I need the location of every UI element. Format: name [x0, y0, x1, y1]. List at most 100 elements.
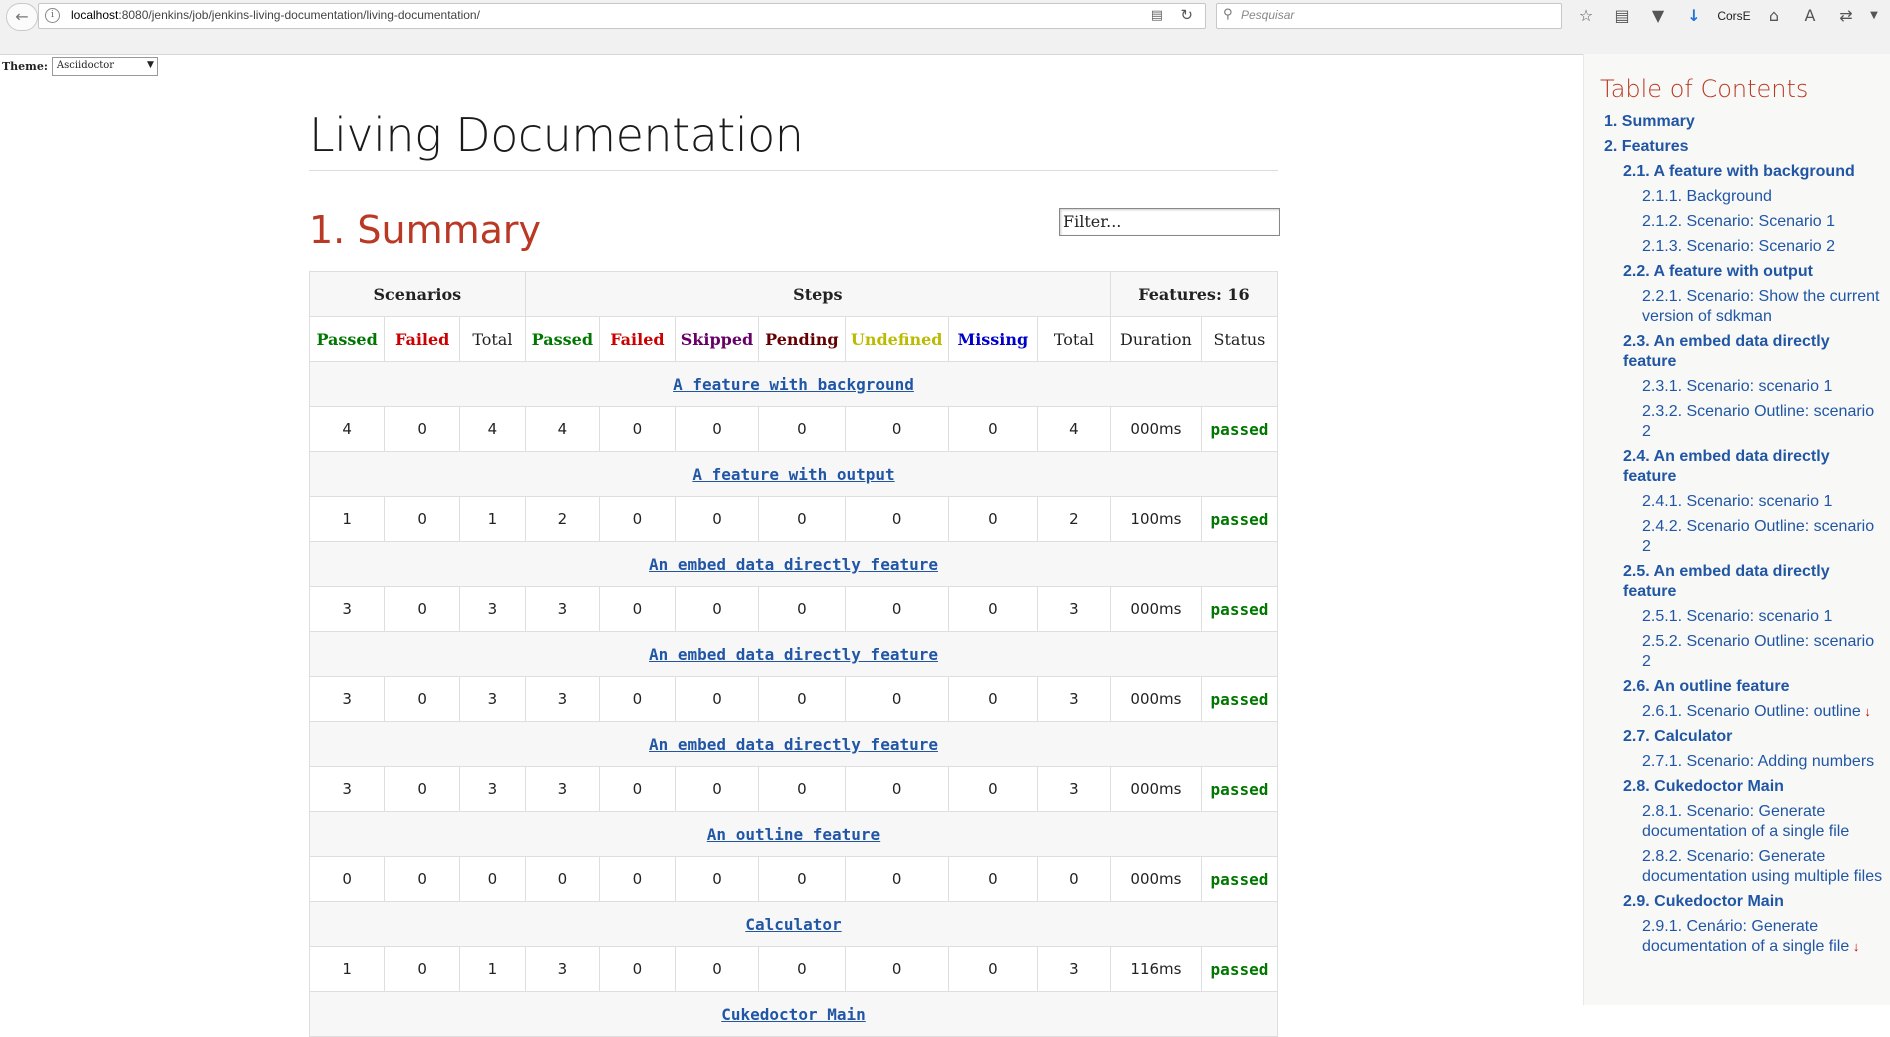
toc-item[interactable]: 2.3.2. Scenario Outline: scenario 2 [1604, 402, 1886, 442]
toc-item[interactable]: 2.5.1. Scenario: scenario 1 [1604, 607, 1886, 627]
stat-cell: 0 [758, 496, 846, 542]
download-arrow-icon[interactable]: ↓ [1676, 4, 1712, 28]
toc-item[interactable]: 2.1.1. Background [1604, 187, 1886, 207]
toc-item[interactable]: 2.8.1. Scenario: Generate documentation … [1604, 802, 1886, 842]
status-badge: passed [1200, 586, 1279, 632]
feature-name-row: A feature with background [309, 361, 1278, 407]
stat-cell: 0 [674, 946, 760, 992]
toc-item[interactable]: 2.9.1. Cenário: Generate documentation o… [1604, 917, 1886, 957]
stat-cell: 4 [308, 406, 386, 452]
status-badge: passed [1200, 766, 1279, 812]
section-title: Summary [357, 208, 541, 252]
stat-cell: 0 [459, 856, 526, 902]
stat-cell: 0 [844, 856, 949, 902]
stat-cell: 0 [758, 856, 846, 902]
toc-item-label: 2.8. Cukedoctor Main [1623, 778, 1784, 795]
stat-cell: 0 [598, 406, 676, 452]
toc-item[interactable]: 2.1.3. Scenario: Scenario 2 [1604, 237, 1886, 257]
menu-dropdown-icon[interactable]: ▼ [1864, 4, 1884, 28]
toc-item[interactable]: 2.4.1. Scenario: scenario 1 [1604, 492, 1886, 512]
toc-item[interactable]: 2.5. An embed data directly feature [1604, 562, 1886, 602]
stat-cell: 0 [384, 856, 461, 902]
home-icon[interactable]: ⌂ [1756, 4, 1792, 28]
stat-cell: 0 [844, 946, 949, 992]
bookmarks-library-icon[interactable]: ▤ [1604, 4, 1640, 28]
stat-cell: 3 [459, 676, 526, 722]
toc-sidebar: Table of Contents 1. Summary 2. Features 2… [1583, 54, 1890, 1005]
toc-item[interactable]: 2. Features [1604, 137, 1886, 157]
stat-cell: 2 [1036, 496, 1111, 542]
stat-cell: 3 [524, 766, 600, 812]
feature-link[interactable]: An embed data directly feature [649, 555, 938, 574]
stat-cell: 3 [459, 586, 526, 632]
reload-icon[interactable]: ↻ [1180, 6, 1193, 24]
feature-stats-row: 3 0 3 3 0 0 0 0 0 3 000ms passed [308, 766, 1279, 812]
info-icon[interactable]: i [45, 8, 60, 23]
feature-link[interactable]: Cukedoctor Main [721, 1005, 866, 1024]
toc-item[interactable]: 2.3.1. Scenario: scenario 1 [1604, 377, 1886, 397]
toc-item-label: 2.2. A feature with output [1623, 263, 1813, 280]
thumbs-down-icon: ↓ [1860, 704, 1871, 719]
toc-item[interactable]: 2.6.1. Scenario Outline: outline ↓ [1604, 702, 1886, 722]
feature-link[interactable]: A feature with background [673, 375, 914, 394]
toc-item[interactable]: 2.4.2. Scenario Outline: scenario 2 [1604, 517, 1886, 557]
bookmark-star-icon[interactable]: ☆ [1568, 4, 1604, 28]
toc-item-label: 2.4. An embed data directly feature [1623, 448, 1830, 485]
toc-item-label: 2.3. An embed data directly feature [1623, 333, 1830, 370]
feature-name-cell: Calculator [309, 901, 1278, 947]
toc-item-label: 2.9.1. Cenário: Generate documentation o… [1642, 918, 1850, 955]
search-bar[interactable]: ⚲ Pesquisar [1216, 3, 1562, 29]
stat-cell: 0 [947, 406, 1038, 452]
stat-cell: 1 [459, 946, 526, 992]
stat-cell: 0 [674, 856, 760, 902]
col-steps-undefined: Undefined [844, 316, 949, 362]
feature-name-row: An embed data directly feature [309, 721, 1278, 767]
toc-item-label: 2.3.2. Scenario Outline: scenario 2 [1642, 403, 1875, 440]
toc-item[interactable]: 2.9. Cukedoctor Main [1604, 892, 1886, 912]
toc-item[interactable]: 2.8. Cukedoctor Main [1604, 777, 1886, 797]
feature-link[interactable]: An embed data directly feature [649, 645, 938, 664]
stat-cell: 000ms [1109, 406, 1202, 452]
feature-link[interactable]: An embed data directly feature [649, 735, 938, 754]
url-bar[interactable]: i localhost:8080/jenkins/job/jenkins-liv… [38, 3, 1206, 29]
stat-cell: 0 [674, 406, 760, 452]
toc-item[interactable]: 2.4. An embed data directly feature [1604, 447, 1886, 487]
toc-item[interactable]: 2.2. A feature with output [1604, 262, 1886, 282]
font-size-icon[interactable]: A [1792, 4, 1828, 28]
toc-item[interactable]: 2.7.1. Scenario: Adding numbers [1604, 752, 1886, 772]
stat-cell: 0 [947, 946, 1038, 992]
toc-item[interactable]: 2.5.2. Scenario Outline: scenario 2 [1604, 632, 1886, 672]
toc-item-label: 2.1. A feature with background [1623, 163, 1855, 180]
pocket-icon[interactable]: ▼ [1640, 4, 1676, 28]
toc-item[interactable]: 2.3. An embed data directly feature [1604, 332, 1886, 372]
url-text[interactable]: localhost:8080/jenkins/job/jenkins-livin… [71, 8, 480, 22]
toc-item[interactable]: 2.1.2. Scenario: Scenario 1 [1604, 212, 1886, 232]
theme-select[interactable]: Asciidoctor ▼ [51, 57, 158, 76]
feature-name-cell: An embed data directly feature [309, 721, 1278, 767]
search-placeholder: Pesquisar [1241, 8, 1295, 22]
toc-item[interactable]: 2.2.1. Scenario: Show the current versio… [1604, 287, 1886, 327]
reader-view-icon[interactable]: ▤ [1151, 8, 1163, 23]
toc-item[interactable]: 1. Summary [1604, 112, 1886, 132]
col-steps-missing: Missing [947, 316, 1038, 362]
browser-toolbar: ← i localhost:8080/jenkins/job/jenkins-l… [0, 0, 1890, 55]
toc-item-label: 2.5.2. Scenario Outline: scenario 2 [1642, 633, 1875, 670]
steps-header: Steps [524, 271, 1111, 317]
stat-cell: 0 [844, 586, 949, 632]
filter-input[interactable]: Filter... [1059, 208, 1280, 236]
toc-item[interactable]: 2.8.2. Scenario: Generate documentation … [1604, 847, 1886, 887]
translate-icon[interactable]: ⇄ [1828, 4, 1864, 28]
stat-cell: 0 [384, 766, 461, 812]
user-label[interactable]: CorsE [1712, 9, 1756, 23]
toc-item-label: 2.5. An embed data directly feature [1623, 563, 1830, 600]
toc-item-label: 2.2.1. Scenario: Show the current versio… [1642, 288, 1880, 325]
stat-cell: 0 [758, 946, 846, 992]
feature-link[interactable]: Calculator [745, 915, 841, 934]
toc-item[interactable]: 2.6. An outline feature [1604, 677, 1886, 697]
back-button[interactable]: ← [6, 3, 38, 31]
toc-item[interactable]: 2.1. A feature with background [1604, 162, 1886, 182]
toc-item[interactable]: 2.7. Calculator [1604, 727, 1886, 747]
stat-cell: 0 [947, 766, 1038, 812]
feature-link[interactable]: A feature with output [692, 465, 894, 484]
feature-link[interactable]: An outline feature [707, 825, 880, 844]
